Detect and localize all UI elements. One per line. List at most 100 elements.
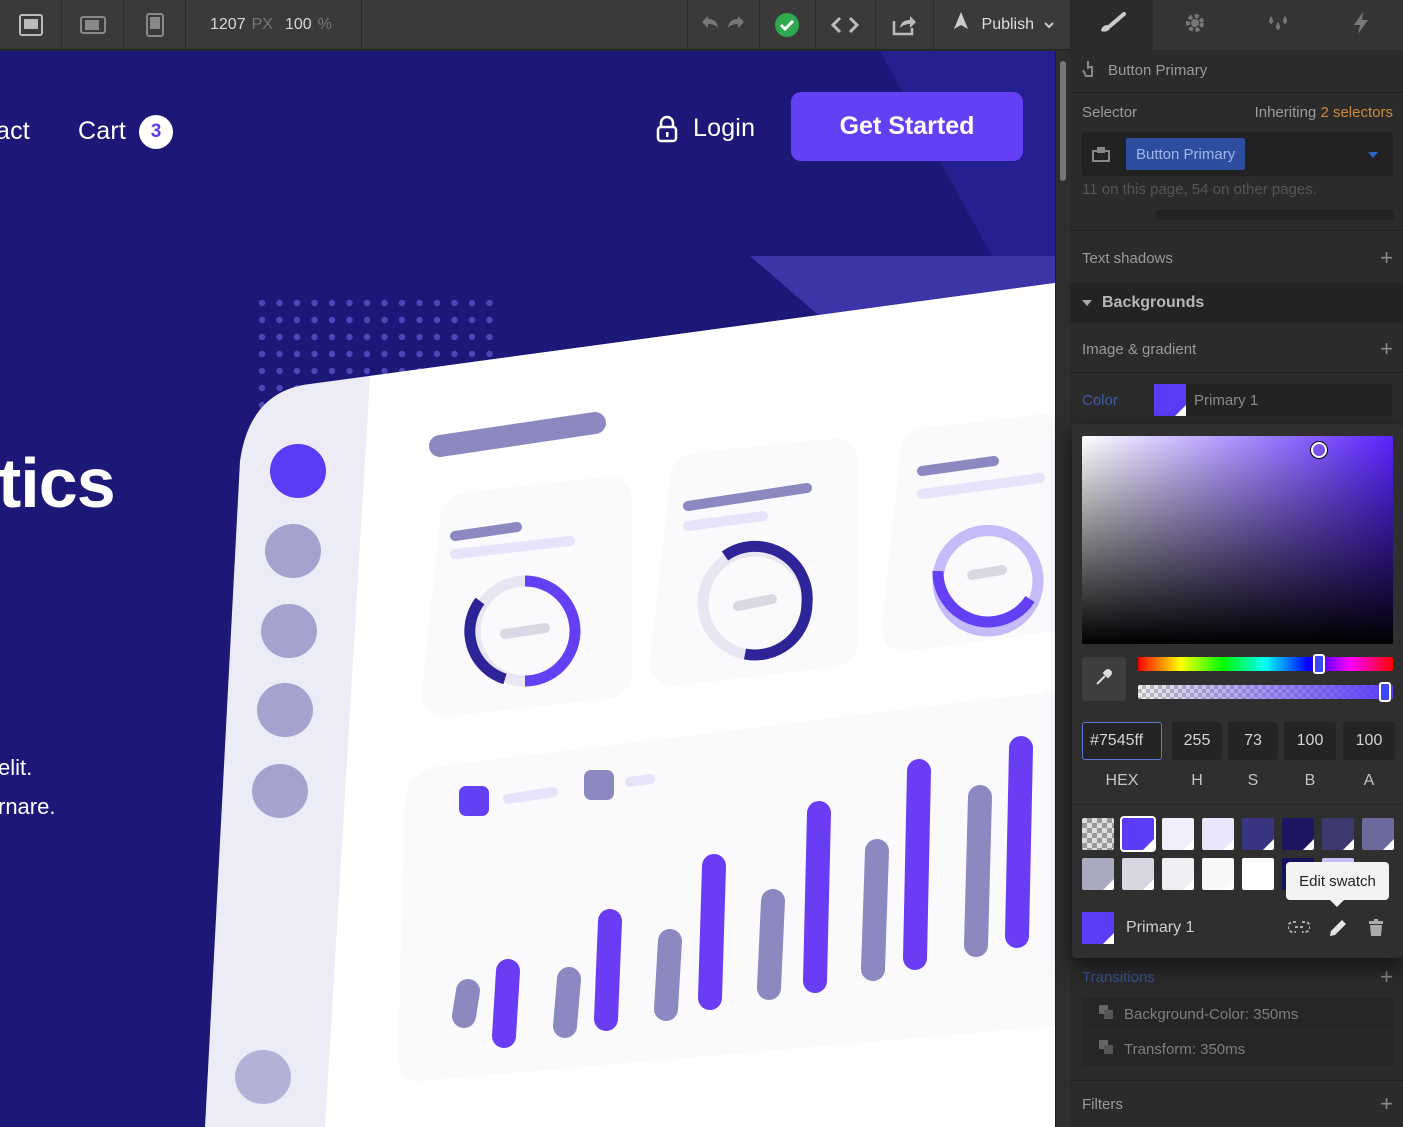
color-picker-popover: #7545ff 255 73 100 100 HEX H S B A Edit … <box>1072 424 1403 958</box>
color-swatch[interactable] <box>1202 858 1234 890</box>
add-image-gradient-icon[interactable]: + <box>1380 338 1393 360</box>
color-swatch[interactable] <box>1322 818 1354 850</box>
selector-dropdown-icon[interactable] <box>1367 146 1379 163</box>
h-label: H <box>1191 772 1203 789</box>
save-status-icon[interactable] <box>758 0 815 50</box>
design-canvas[interactable]: act Cart 3 Login Get Started tics elit. … <box>0 51 1055 1127</box>
canvas-scrollbar[interactable] <box>1055 51 1070 1127</box>
illustration-bar <box>698 854 726 1010</box>
code-icon[interactable] <box>814 0 875 50</box>
add-filter-icon[interactable]: + <box>1380 1093 1393 1115</box>
pencil-icon[interactable] <box>1328 918 1348 943</box>
transition-icon <box>1098 1004 1114 1024</box>
color-swatch[interactable] <box>1162 858 1194 890</box>
sidebar-dot <box>257 683 313 737</box>
inheriting-count[interactable]: 2 selectors <box>1320 104 1393 121</box>
color-swatch[interactable] <box>1082 858 1114 890</box>
hue-slider-knob[interactable] <box>1313 654 1326 674</box>
add-transition-icon[interactable]: + <box>1380 966 1393 988</box>
sidebar-dot-active <box>270 444 326 498</box>
s-label: S <box>1247 772 1259 789</box>
backgrounds-title: Backgrounds <box>1102 294 1205 311</box>
tablet-portrait-icon[interactable] <box>124 0 186 50</box>
tab-style[interactable] <box>1070 0 1154 50</box>
saturation-input[interactable]: 73 <box>1228 722 1278 760</box>
saturation-brightness-area[interactable] <box>1082 436 1393 644</box>
color-swatch[interactable] <box>1242 818 1274 850</box>
sidebar-dot <box>265 524 321 578</box>
illustration-bar <box>803 801 831 993</box>
selector-type-icon[interactable] <box>1082 146 1120 162</box>
transition-item[interactable]: Background-Color: 350ms <box>1082 997 1393 1031</box>
background-color-field[interactable]: Primary 1 <box>1154 384 1392 416</box>
b-label: B <box>1304 772 1316 789</box>
color-swatch[interactable] <box>1202 818 1234 850</box>
selector-field[interactable]: Button Primary <box>1082 132 1393 176</box>
color-swatch[interactable] <box>1162 818 1194 850</box>
scrollbar-thumb[interactable] <box>1060 61 1066 181</box>
transition-item[interactable]: Transform: 350ms <box>1082 1032 1393 1066</box>
rocket-icon <box>950 11 972 38</box>
color-swatch[interactable] <box>1122 818 1154 850</box>
transitions-label: Transitions <box>1082 968 1155 986</box>
alpha-input[interactable]: 100 <box>1343 722 1395 760</box>
width-value[interactable]: 1207 <box>210 16 246 34</box>
color-swatch[interactable] <box>1082 818 1114 850</box>
selector-chip[interactable]: Button Primary <box>1126 138 1246 170</box>
tab-settings[interactable] <box>1153 0 1236 50</box>
metric-card-3 <box>882 413 1055 652</box>
canvas-size-readout[interactable]: 1207 PX 100 % <box>186 0 362 50</box>
inheriting-label: Inheriting <box>1254 104 1317 121</box>
filters-row[interactable]: Filters + <box>1082 1093 1393 1115</box>
divider <box>1070 92 1403 93</box>
transitions-row[interactable]: Transitions + <box>1082 966 1393 988</box>
add-text-shadow-icon[interactable]: + <box>1380 247 1393 269</box>
divider <box>1072 804 1403 805</box>
selector-usage-note: 11 on this page, 54 on other pages. <box>1082 181 1393 198</box>
tab-interactions[interactable] <box>1237 0 1320 50</box>
tablet-landscape-icon[interactable] <box>62 0 124 50</box>
transition-1-label: Background-Color: 350ms <box>1124 1005 1299 1023</box>
hue-slider[interactable] <box>1138 654 1393 674</box>
illustration-bar <box>452 979 480 1028</box>
unlink-icon[interactable] <box>1287 918 1311 943</box>
alpha-slider-knob[interactable] <box>1379 682 1391 702</box>
color-swatch[interactable] <box>1282 818 1314 850</box>
a-label: A <box>1363 772 1375 789</box>
desktop-icon[interactable] <box>0 0 62 50</box>
color-swatch[interactable] <box>1242 858 1274 890</box>
inheriting-note[interactable]: Inheriting 2 selectors <box>1255 104 1393 121</box>
hand-pointer-icon <box>1082 59 1098 81</box>
undo-icon[interactable] <box>700 14 720 35</box>
color-swatch[interactable] <box>1122 858 1154 890</box>
backgrounds-section-header[interactable]: Backgrounds <box>1070 283 1403 323</box>
trash-icon[interactable] <box>1368 919 1384 942</box>
alpha-slider[interactable] <box>1138 682 1393 702</box>
designer-app: 1207 PX 100 % Publish act Cart 3 Login G… <box>0 0 1403 1127</box>
zoom-value[interactable]: 100 <box>285 16 312 34</box>
selector-label: Selector <box>1082 104 1138 121</box>
redo-icon[interactable] <box>726 14 746 35</box>
hue-input[interactable]: 255 <box>1172 722 1222 760</box>
hex-input[interactable]: #7545ff <box>1082 722 1162 760</box>
illustration-bar <box>903 759 931 970</box>
eyedropper-button[interactable] <box>1082 657 1126 701</box>
brightness-input[interactable]: 100 <box>1284 722 1336 760</box>
saturation-brightness-knob[interactable] <box>1311 442 1327 458</box>
hex-label: HEX <box>1105 772 1139 789</box>
undo-redo-group <box>686 0 759 50</box>
divider <box>1070 372 1403 373</box>
tab-lightning[interactable] <box>1320 0 1403 50</box>
color-field-swatch[interactable] <box>1154 384 1186 416</box>
text-shadows-row[interactable]: Text shadows + <box>1082 247 1393 269</box>
selected-element-name: Button Primary <box>1108 61 1208 79</box>
image-gradient-row[interactable]: Image & gradient + <box>1082 338 1393 360</box>
dashboard-illustration <box>205 283 1055 1127</box>
selected-element-row: Button Primary <box>1082 59 1393 81</box>
sidebar-dot <box>252 764 308 818</box>
publish-label: Publish <box>981 15 1034 33</box>
collapsed-field-edge <box>1156 210 1394 220</box>
color-swatch[interactable] <box>1362 818 1394 850</box>
publish-button[interactable]: Publish <box>932 0 1070 50</box>
share-icon[interactable] <box>874 0 933 50</box>
